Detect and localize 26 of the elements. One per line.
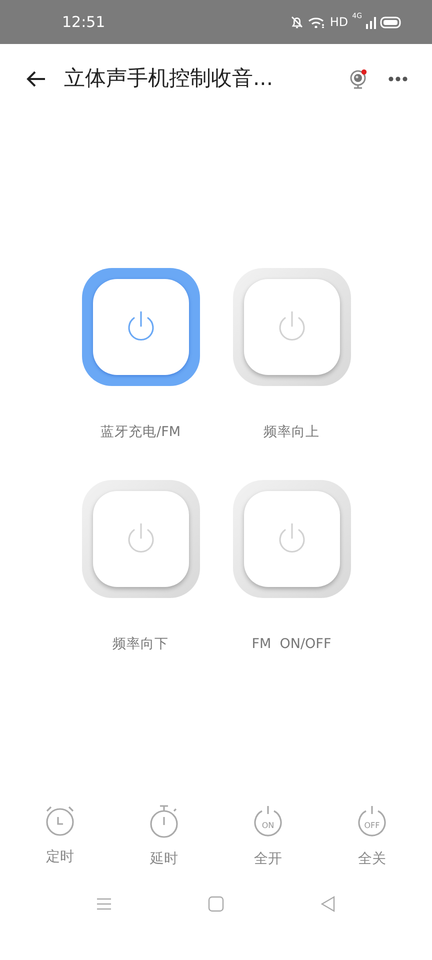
more-icon[interactable] — [388, 76, 408, 82]
action-button[interactable]: OFF 全关 — [320, 802, 424, 870]
action-button[interactable]: 延时 — [112, 802, 216, 870]
page-title: 立体声手机控制收音... — [64, 65, 274, 92]
power-switch[interactable] — [82, 268, 200, 386]
power-switch[interactable] — [232, 480, 350, 598]
power-switch[interactable] — [232, 268, 350, 386]
hd-label: HD — [330, 14, 348, 31]
power-switch[interactable] — [82, 480, 200, 598]
stopwatch-icon — [147, 802, 181, 838]
battery-icon — [380, 16, 402, 28]
switch-label: 蓝牙充电/FM — [100, 423, 180, 442]
switch-label: 频率向上 — [264, 423, 320, 442]
signal-icon — [366, 16, 376, 28]
home-icon[interactable] — [208, 896, 224, 912]
action-button[interactable]: 定时 — [8, 802, 112, 870]
webcam-icon[interactable] — [348, 69, 368, 89]
back-nav-icon[interactable] — [320, 896, 336, 912]
menu-icon[interactable] — [96, 896, 112, 910]
switch-label: FM ON/OFF — [252, 635, 332, 654]
back-icon[interactable] — [26, 70, 46, 88]
action-button[interactable]: ON 全开 — [216, 802, 320, 870]
bell-off-icon — [290, 15, 304, 29]
switch-label: 频率向下 — [112, 635, 168, 654]
status-time: 12:51 — [62, 12, 106, 33]
wifi-icon — [308, 16, 326, 28]
